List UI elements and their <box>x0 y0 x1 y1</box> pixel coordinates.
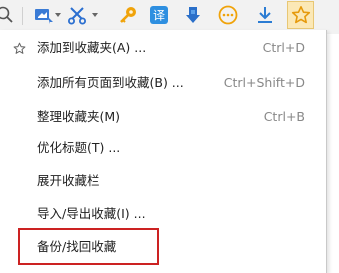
screenshot-icon[interactable] <box>33 4 55 26</box>
favorite-star-button[interactable] <box>287 1 314 29</box>
menu-item-shortcut: Ctrl+B <box>263 109 305 124</box>
search-icon[interactable] <box>0 4 16 26</box>
menu-item-organize-favorites[interactable]: 整理收藏夹(M) Ctrl+B <box>0 105 326 129</box>
menu-item-import-export[interactable]: 导入/导出收藏(I) ... <box>0 202 326 226</box>
toolbar: 译 <box>0 0 339 34</box>
menu-item-label: 添加到收藏夹(A) ... <box>37 40 147 55</box>
scissors-dropdown-icon[interactable] <box>92 13 98 17</box>
screenshot-dropdown-icon[interactable] <box>55 13 61 17</box>
menu-item-expand-favorites-bar[interactable]: 展开收藏栏 <box>0 169 326 193</box>
key-icon[interactable] <box>117 4 139 26</box>
star-outline-icon <box>13 42 26 54</box>
more-icon[interactable] <box>217 4 239 26</box>
menu-item-label: 整理收藏夹(M) <box>37 109 121 124</box>
download-icon[interactable] <box>254 4 276 26</box>
menu-item-label: 添加所有页面到收藏(B) ... <box>37 75 184 90</box>
menu-item-shortcut: Ctrl+Shift+D <box>223 75 305 90</box>
menu-item-optimize-titles[interactable]: 优化标题(T) ... <box>0 136 326 160</box>
browser-window-fragment: 译 添加到收藏夹(A) ... Ctrl+D 添加所有页面到收藏(B) ... … <box>0 0 339 273</box>
download-bird-icon[interactable] <box>182 4 204 26</box>
translate-icon[interactable]: 译 <box>148 4 170 26</box>
menu-item-add-to-favorites[interactable]: 添加到收藏夹(A) ... Ctrl+D <box>0 36 326 60</box>
menu-item-label: 优化标题(T) ... <box>37 140 121 155</box>
highlight-annotation <box>18 228 159 265</box>
menu-item-label: 导入/导出收藏(I) ... <box>37 206 146 221</box>
menu-item-label: 展开收藏栏 <box>37 173 100 188</box>
menu-item-shortcut: Ctrl+D <box>262 40 305 55</box>
svg-text:译: 译 <box>153 9 165 23</box>
favorite-star-icon <box>291 5 310 24</box>
scissors-icon[interactable] <box>67 4 89 26</box>
menu-item-add-all-pages[interactable]: 添加所有页面到收藏(B) ... Ctrl+Shift+D <box>0 71 326 95</box>
toolbar-separator <box>22 7 23 25</box>
